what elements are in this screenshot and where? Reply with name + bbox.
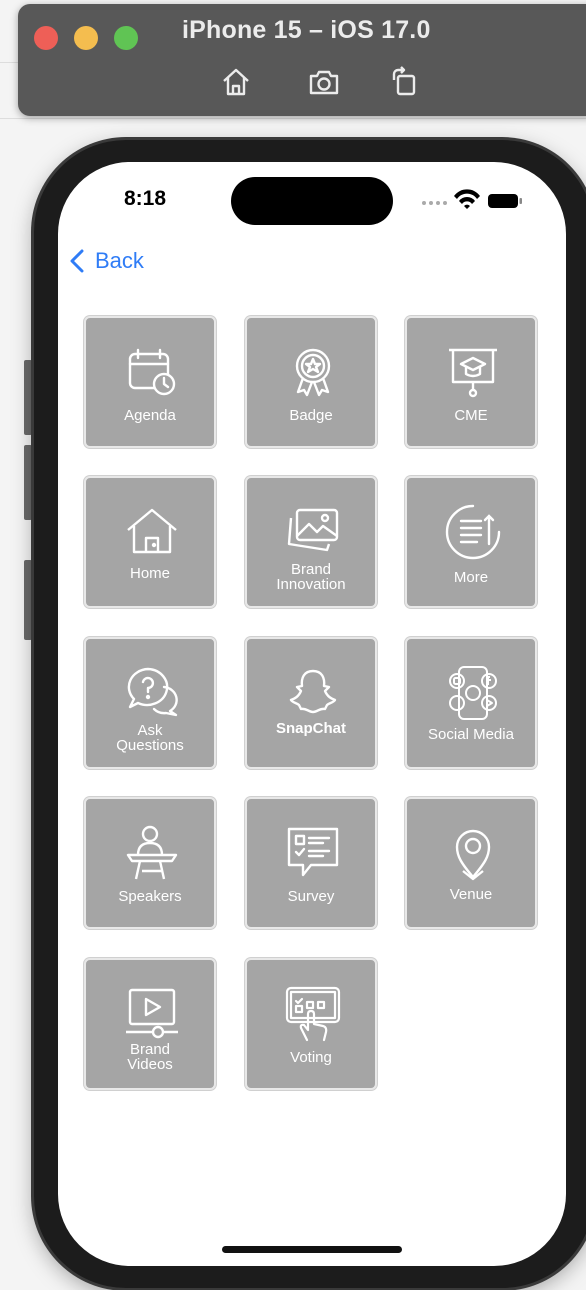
tile-label: Venue xyxy=(449,886,493,903)
tile-label: CME xyxy=(454,407,488,424)
wifi-icon xyxy=(454,189,480,209)
tile-label: Survey xyxy=(287,888,335,905)
tile-venue[interactable]: Venue xyxy=(405,797,537,929)
tile-label: Brand Innovation xyxy=(276,561,346,593)
tile-brand-innovation[interactable]: Brand Innovation xyxy=(245,476,377,608)
tile-label: SnapChat xyxy=(275,720,346,737)
tile-brand-videos[interactable]: Brand Videos xyxy=(84,958,216,1090)
tile-speakers[interactable]: Speakers xyxy=(84,797,216,929)
question-chat-icon xyxy=(127,667,178,717)
home-icon[interactable] xyxy=(218,64,254,100)
home-indicator[interactable] xyxy=(222,1246,402,1253)
tile-social-media[interactable]: Social Media xyxy=(405,637,537,769)
image-gallery-icon xyxy=(287,508,339,552)
tile-label: Social Media xyxy=(428,726,514,743)
tile-home[interactable]: Home xyxy=(84,476,216,608)
speaker-podium-icon xyxy=(126,825,178,880)
bg-scrollbar xyxy=(24,360,32,435)
tile-snapchat[interactable]: SnapChat xyxy=(245,637,377,769)
dynamic-island xyxy=(231,177,393,225)
tile-cme[interactable]: CME xyxy=(405,316,537,448)
chevron-left-icon xyxy=(70,249,84,273)
bg-divider xyxy=(0,118,586,119)
badge-ribbon-icon xyxy=(295,348,331,397)
tile-label: Agenda xyxy=(124,407,176,424)
rotate-icon[interactable] xyxy=(386,64,422,100)
tile-voting[interactable]: Voting xyxy=(245,958,377,1090)
close-window-button[interactable] xyxy=(34,26,58,50)
tile-more[interactable]: More xyxy=(405,476,537,608)
tile-survey[interactable]: Survey xyxy=(245,797,377,929)
social-phone-icon xyxy=(449,666,497,720)
simulator-title-bar: iPhone 15 – iOS 17.0 xyxy=(18,4,586,116)
battery-icon xyxy=(488,194,522,208)
iphone-screen: 8:18 Back Agenda Badge CME Home Brand In… xyxy=(58,162,566,1266)
tile-label: Badge xyxy=(289,407,333,424)
tile-label: Voting xyxy=(290,1049,332,1066)
simulator-title: iPhone 15 – iOS 17.0 xyxy=(182,16,431,44)
status-icons xyxy=(422,189,522,209)
video-player-icon xyxy=(126,988,178,1039)
location-pin-icon xyxy=(455,829,491,881)
bg-scrollbar xyxy=(24,560,32,640)
calendar-clock-icon xyxy=(128,348,176,396)
screenshot-icon[interactable] xyxy=(306,64,342,100)
menu-more-icon xyxy=(445,504,501,560)
tile-label: Home xyxy=(129,565,170,582)
tile-agenda[interactable]: Agenda xyxy=(84,316,216,448)
back-button[interactable]: Back xyxy=(68,246,144,276)
status-time: 8:18 xyxy=(124,187,167,210)
minimize-window-button[interactable] xyxy=(74,26,98,50)
tile-label: Brand Videos xyxy=(127,1041,173,1073)
house-icon xyxy=(127,508,177,554)
tile-label: More xyxy=(453,569,489,586)
voting-hand-icon xyxy=(285,986,341,1042)
survey-checklist-icon xyxy=(287,827,339,877)
back-label: Back xyxy=(95,248,144,273)
tile-badge[interactable]: Badge xyxy=(245,316,377,448)
tile-label: Speakers xyxy=(118,888,182,905)
presentation-board-icon xyxy=(449,348,497,398)
zoom-window-button[interactable] xyxy=(114,26,138,50)
iphone-frame: 8:18 Back Agenda Badge CME Home Brand In… xyxy=(34,140,586,1288)
tile-label: Ask Questions xyxy=(116,722,184,754)
snapchat-ghost-icon xyxy=(289,669,337,714)
signal-icon xyxy=(422,201,447,205)
bg-scrollbar xyxy=(24,445,32,520)
tile-ask-questions[interactable]: Ask Questions xyxy=(84,637,216,769)
